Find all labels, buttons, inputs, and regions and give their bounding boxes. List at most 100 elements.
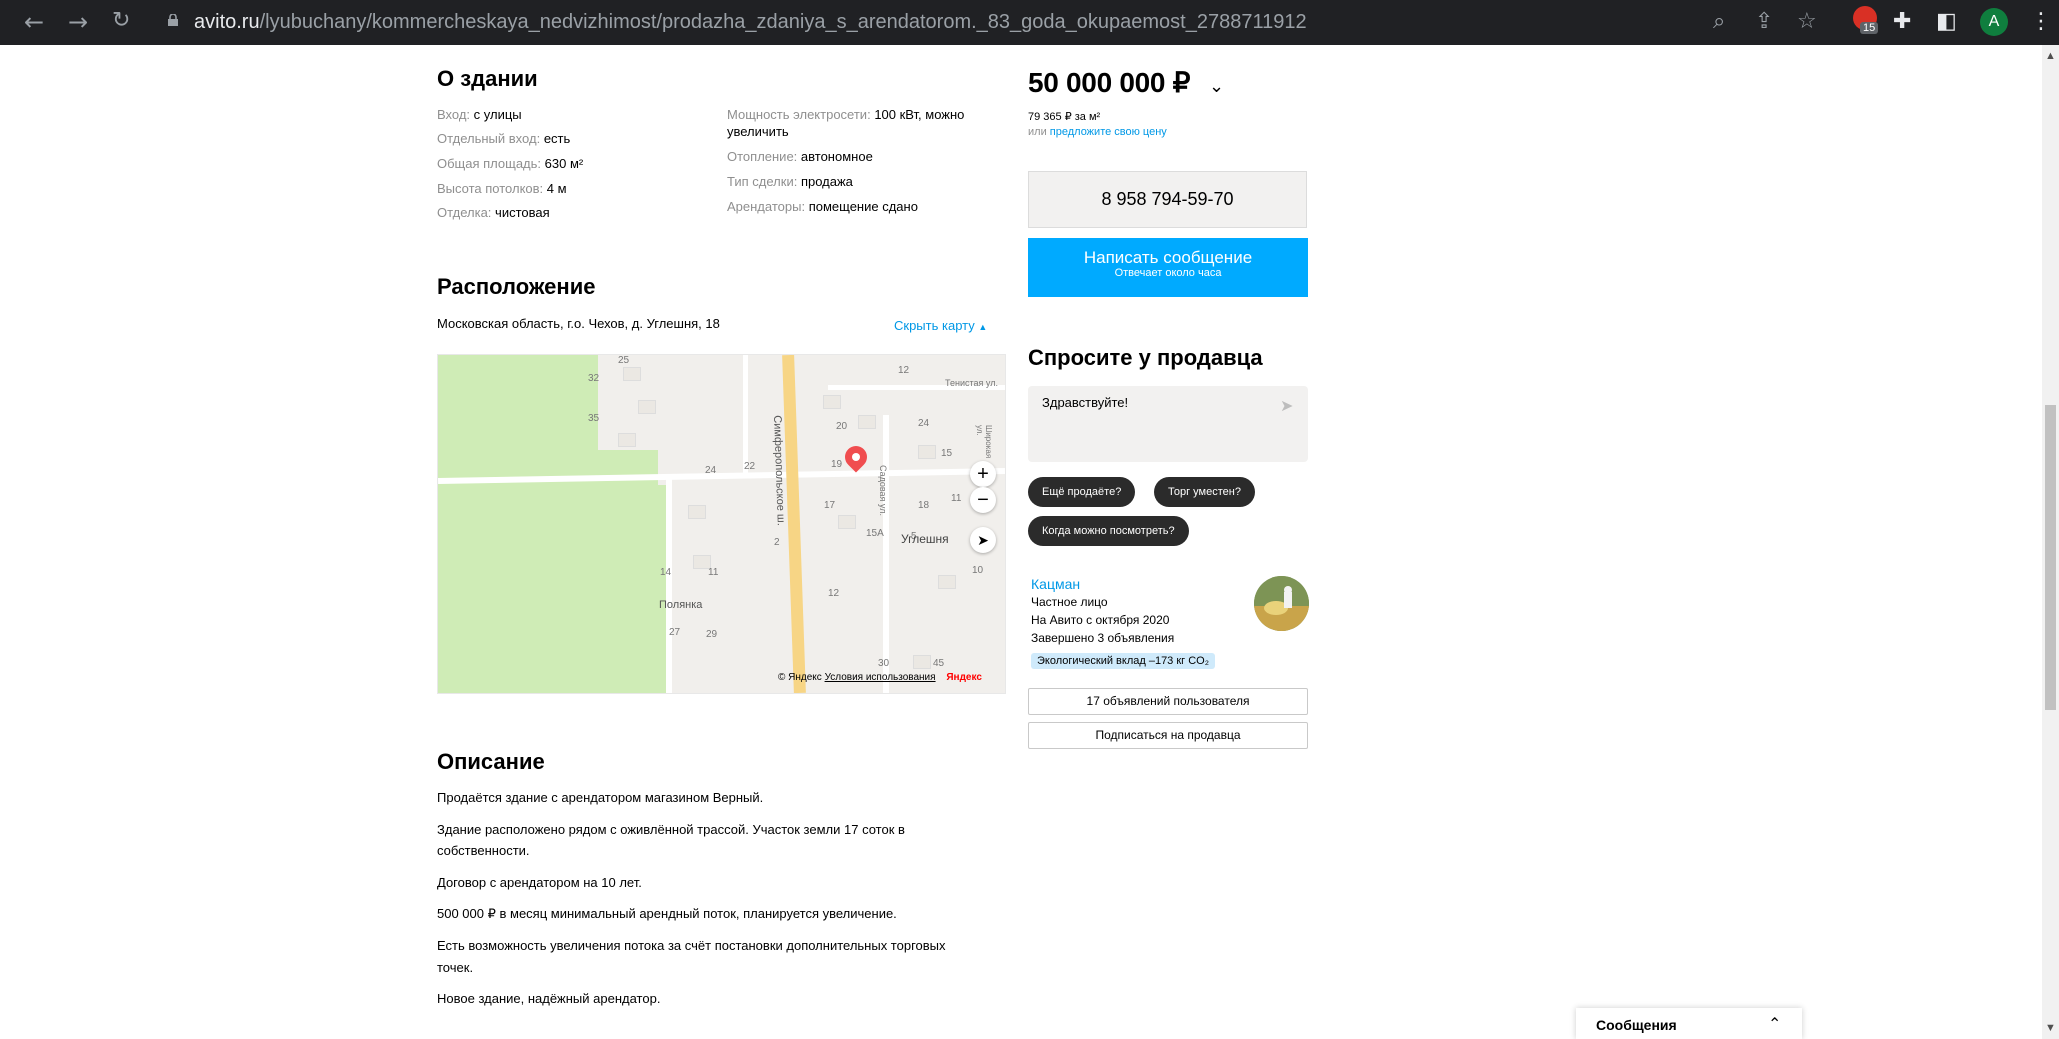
village-label: Углешня: [901, 532, 949, 546]
price-per-meter: 79 365 ₽ за м²: [1028, 111, 1101, 123]
house-number: 25: [618, 355, 630, 366]
description-paragraph: точек.: [437, 960, 474, 975]
extensions-icon[interactable]: ✚: [1893, 9, 1911, 34]
map-road: [743, 355, 748, 475]
house-number: 45: [933, 658, 945, 669]
street-label: Широкая ул.: [975, 425, 993, 459]
back-icon[interactable]: ←: [24, 8, 44, 36]
menu-icon[interactable]: ⋮: [2030, 9, 2052, 34]
yandex-logo[interactable]: Яндекс: [946, 672, 982, 683]
map-building: [938, 575, 956, 589]
prop-heating: Отопление: автономное: [727, 149, 873, 164]
description-title: Описание: [437, 749, 545, 774]
house-number: 24: [918, 418, 930, 429]
zoom-in-button[interactable]: +: [970, 461, 996, 487]
map-building: [688, 505, 706, 519]
house-number: 32: [588, 373, 600, 384]
url-text: avito.ru/lyubuchany/kommercheskaya_nedvi…: [194, 11, 1307, 33]
scroll-down-icon[interactable]: ▼: [2044, 1022, 2057, 1035]
forward-icon[interactable]: →: [68, 8, 88, 36]
scroll-up-icon[interactable]: ▲: [2044, 50, 2057, 63]
house-number: 22: [744, 461, 756, 472]
prop-finish: Отделка: чистовая: [437, 205, 550, 220]
ask-seller-input[interactable]: Здравствуйте! ➤: [1028, 386, 1308, 462]
scrollbar-thumb[interactable]: [2045, 405, 2056, 710]
map-pin-icon[interactable]: [840, 441, 872, 473]
chevron-up-icon[interactable]: ⌃: [1768, 1014, 1781, 1034]
house-number: 18: [918, 500, 930, 511]
sidebar-icon[interactable]: ◧: [1936, 9, 1957, 34]
seller-name-link[interactable]: Кацман: [1031, 576, 1080, 592]
description-paragraph: Продаётся здание с арендатором магазином…: [437, 790, 764, 805]
eco-badge[interactable]: Экологический вклад –173 кг CO₂: [1031, 653, 1216, 669]
zoom-out-button[interactable]: −: [970, 487, 996, 513]
write-message-button[interactable]: Написать сообщение Отвечает около часа: [1028, 238, 1308, 297]
suggest-price-link[interactable]: предложите свою цену: [1050, 126, 1167, 138]
zoom-icon[interactable]: ⌕: [1713, 9, 1725, 34]
location-map[interactable]: 25 32 35 24 22 19 12 20 24 15 17 18 11 1…: [437, 354, 1006, 694]
house-number: 2: [774, 537, 780, 548]
ask-seller-text: Здравствуйте!: [1042, 395, 1129, 410]
messenger-bar[interactable]: Сообщения ⌃: [1576, 1008, 1802, 1039]
share-icon[interactable]: ⇪: [1755, 9, 1773, 34]
map-building: [858, 415, 876, 429]
house-number: 12: [898, 365, 910, 376]
house-number: 29: [706, 629, 718, 640]
description-paragraph: собственности.: [437, 843, 530, 858]
house-number: 10: [972, 565, 984, 576]
location-title: Расположение: [437, 274, 596, 299]
seller-completed: Завершено 3 объявления: [1031, 631, 1175, 645]
response-time-label: Отвечает около часа: [1114, 267, 1222, 279]
prop-tenants: Арендаторы: помещение сдано: [727, 199, 918, 214]
geolocation-icon[interactable]: ➤: [970, 527, 996, 553]
house-number: 17: [824, 500, 836, 511]
address-bar[interactable]: avito.ru/lyubuchany/kommercheskaya_nedvi…: [142, 5, 1712, 40]
show-phone-button[interactable]: 8 958 794-59-70: [1028, 171, 1307, 228]
ask-seller-title: Спросите у продавца: [1028, 345, 1263, 370]
seller-type: Частное лицо: [1031, 595, 1108, 609]
street-label: Садовая ул.: [878, 465, 888, 516]
profile-avatar[interactable]: A: [1980, 8, 2008, 36]
map-terms-link[interactable]: Условия использования: [825, 672, 936, 683]
map-building: [618, 433, 636, 447]
house-number: 20: [836, 421, 848, 432]
map-building: [913, 655, 931, 669]
chevron-down-icon[interactable]: ⌄: [1209, 76, 1224, 97]
quick-question-chip[interactable]: Когда можно посмотреть?: [1028, 516, 1189, 546]
house-number: 15А: [866, 528, 884, 539]
about-title: О здании: [437, 66, 538, 91]
description-paragraph: Здание расположено рядом с оживлённой тр…: [437, 822, 905, 837]
write-message-label: Написать сообщение: [1083, 248, 1253, 267]
hide-map-link[interactable]: Скрыть карту ▲: [894, 318, 987, 333]
reload-icon[interactable]: ↻: [112, 8, 130, 33]
map-road: [883, 415, 889, 693]
browser-toolbar: ← → ↻ avito.ru/lyubuchany/kommercheskaya…: [0, 0, 2059, 45]
prop-area: Общая площадь: 630 м²: [437, 156, 584, 171]
map-building: [823, 395, 841, 409]
description-paragraph: Договор с арендатором на 10 лет.: [437, 875, 642, 890]
description-paragraph: Новое здание, надёжный арендатор.: [437, 991, 661, 1006]
star-icon[interactable]: ☆: [1797, 9, 1817, 34]
house-number: 11: [951, 493, 962, 504]
prop-deal-type: Тип сделки: продажа: [727, 174, 853, 189]
seller-since: На Авито с октября 2020: [1031, 613, 1170, 627]
polyanka-label: Полянка: [659, 599, 703, 611]
map-building: [918, 445, 936, 459]
chevron-up-icon: ▲: [978, 322, 988, 332]
send-icon[interactable]: ➤: [1280, 396, 1293, 416]
subscribe-seller-button[interactable]: Подписаться на продавца: [1028, 722, 1308, 749]
house-number: 27: [669, 627, 681, 638]
map-building: [623, 367, 641, 381]
house-number: 19: [831, 459, 843, 470]
quick-question-chip[interactable]: Ещё продаёте?: [1028, 477, 1136, 507]
description-paragraph: Есть возможность увеличения потока за сч…: [437, 938, 946, 953]
map-building: [638, 400, 656, 414]
seller-avatar[interactable]: [1254, 576, 1309, 631]
map-park-2: [568, 485, 668, 693]
user-ads-button[interactable]: 17 объявлений пользователя: [1028, 688, 1308, 715]
extension-badge: 15: [1860, 22, 1879, 34]
quick-question-chip[interactable]: Торг уместен?: [1154, 477, 1255, 507]
prop-entrance: Вход: с улицы: [437, 107, 522, 122]
prop-power: Мощность электросети: 100 кВт, можно увел…: [727, 107, 965, 139]
house-number: 12: [828, 588, 840, 599]
